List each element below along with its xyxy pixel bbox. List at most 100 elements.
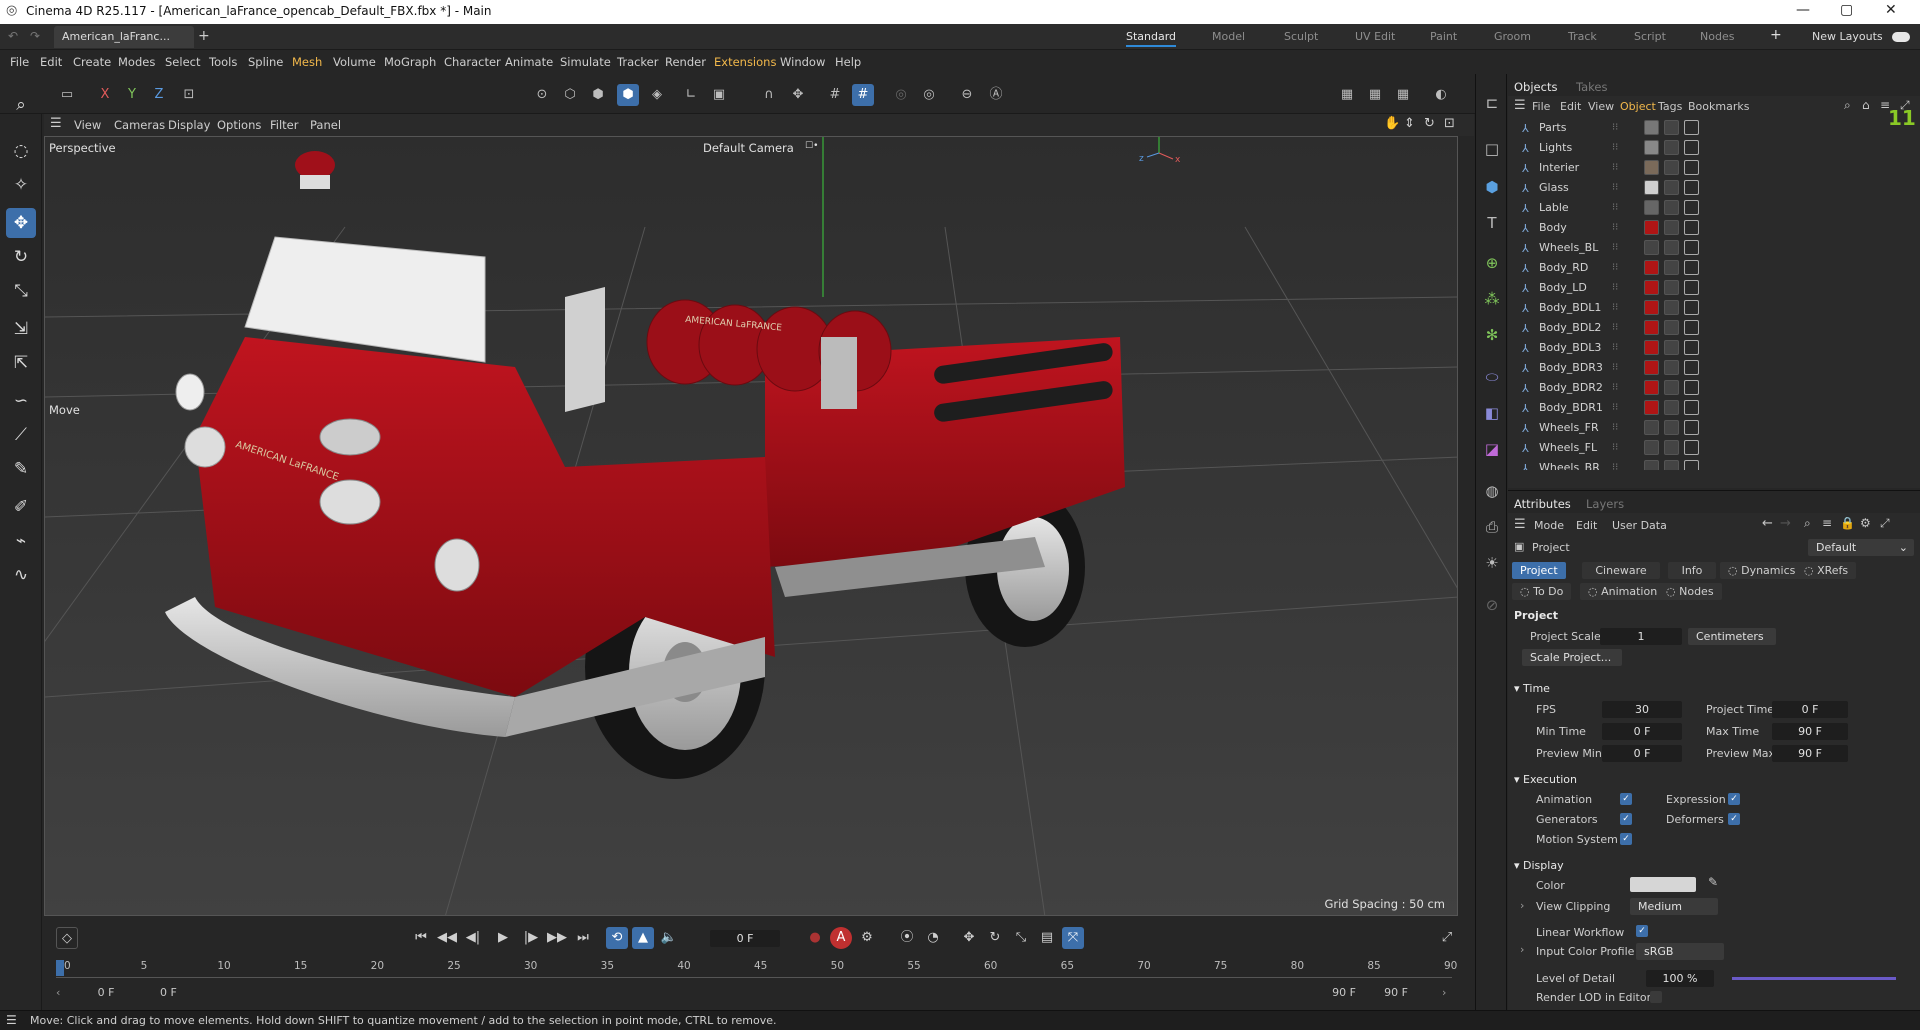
autokey-button[interactable]: A [830, 927, 852, 949]
redo-icon[interactable]: ↷ [30, 29, 40, 43]
key-position-icon[interactable]: ✥ [958, 927, 980, 949]
texture-tag-icon[interactable] [1664, 320, 1679, 335]
texture-tag-icon[interactable] [1664, 120, 1679, 135]
object-row[interactable]: ⅄ Body_LD ⁝⁝ [1508, 278, 1920, 298]
texture-tag-icon[interactable] [1664, 200, 1679, 215]
view-clipping-expand-icon[interactable]: › [1520, 899, 1524, 912]
play-button[interactable]: ▶ [492, 927, 514, 949]
playhead[interactable] [56, 960, 64, 976]
subtab-xrefs[interactable]: ◌ XRefs [1796, 562, 1857, 579]
menu-mesh[interactable]: Mesh [292, 55, 322, 69]
menu-modes[interactable]: Modes [118, 55, 155, 69]
texture-tag-icon[interactable] [1664, 360, 1679, 375]
maximize-button[interactable]: ▢ [1840, 2, 1853, 18]
viewport-render-icon[interactable]: ◐ [1430, 84, 1452, 106]
material-tag-icon[interactable] [1644, 180, 1659, 195]
texture-tag-icon[interactable] [1664, 180, 1679, 195]
tab-takes[interactable]: Takes [1576, 80, 1608, 94]
live-selection-icon[interactable]: ✧ [6, 170, 36, 200]
selection-tag-icon[interactable] [1684, 300, 1699, 315]
lasso-icon[interactable]: ∽ [6, 386, 36, 416]
menu-select[interactable]: Select [165, 55, 200, 69]
visibility-dots-icon[interactable]: ⁝⁝ [1612, 442, 1626, 454]
visibility-dots-icon[interactable]: ⁝⁝ [1612, 162, 1626, 174]
layout-tab-uv-edit[interactable]: UV Edit [1355, 30, 1395, 43]
linear-workflow-checkbox[interactable]: ✓ [1636, 925, 1648, 937]
visibility-dots-icon[interactable]: ⁝⁝ [1612, 142, 1626, 154]
selection-tag-icon[interactable] [1684, 320, 1699, 335]
key-scale-icon[interactable]: ⤡ [1010, 927, 1032, 949]
visibility-dots-icon[interactable]: ⁝⁝ [1612, 182, 1626, 194]
object-row[interactable]: ⅄ Body_RD ⁝⁝ [1508, 258, 1920, 278]
selection-tag-icon[interactable] [1684, 400, 1699, 415]
maximize-view-icon[interactable]: ⊡ [1444, 116, 1455, 131]
preset-dropdown[interactable]: Default ⌄ [1808, 539, 1914, 556]
texture-tag-icon[interactable] [1664, 220, 1679, 235]
camera-icon[interactable]: ⎙ [1479, 514, 1505, 540]
material-tag-icon[interactable] [1644, 280, 1659, 295]
z-axis-lock-button[interactable]: Z [148, 84, 170, 106]
visibility-dots-icon[interactable]: ⁝⁝ [1612, 362, 1626, 374]
object-row[interactable]: ⅄ Interier ⁝⁝ [1508, 158, 1920, 178]
texture-tag-icon[interactable] [1664, 260, 1679, 275]
x-axis-lock-button[interactable]: X [94, 84, 116, 106]
tab-attributes[interactable]: Attributes [1514, 497, 1571, 511]
playback-range-button[interactable]: ▲ [632, 927, 654, 949]
viewport-projection-label[interactable]: Perspective [49, 141, 116, 155]
menu-extensions[interactable]: Extensions [714, 55, 776, 69]
key-settings-icon[interactable]: ⚙ [856, 927, 878, 949]
subtab-info[interactable]: Info [1668, 562, 1716, 579]
previous-frame-button[interactable]: ◀| [462, 927, 484, 949]
render-settings-icon[interactable]: ▦ [1392, 84, 1414, 106]
render-lod-checkbox[interactable] [1650, 991, 1662, 1003]
object-row[interactable]: ⅄ Body_BDL3 ⁝⁝ [1508, 338, 1920, 358]
project-time-field[interactable]: 0 F [1772, 701, 1848, 718]
next-frame-button[interactable]: |▶ [520, 927, 542, 949]
light-icon[interactable]: ☀ [1479, 550, 1505, 576]
keyframe-selection-icon[interactable]: ⦿ [896, 927, 918, 949]
viewport-menu-panel[interactable]: Panel [310, 118, 341, 132]
status-menu-icon[interactable]: ☰ [6, 1013, 17, 1027]
viewport-camera-label[interactable]: Default Camera [703, 141, 794, 155]
timeline-expand-icon[interactable]: ⤢ [1436, 927, 1458, 949]
workplane-snap-icon[interactable]: # [852, 84, 874, 106]
subtab-todo[interactable]: ◌ To Do [1512, 583, 1572, 600]
visibility-dots-icon[interactable]: ⁝⁝ [1612, 382, 1626, 394]
timeline-motion-icon[interactable]: ◔ [922, 927, 944, 949]
selection-tag-icon[interactable] [1684, 240, 1699, 255]
render-to-picture-viewer-icon[interactable]: ▦ [1364, 84, 1386, 106]
object-row[interactable]: ⅄ Body_BDL2 ⁝⁝ [1508, 318, 1920, 338]
level-of-detail-slider[interactable] [1732, 977, 1896, 980]
layout-tab-sculpt[interactable]: Sculpt [1284, 30, 1318, 43]
undo-icon[interactable]: ↶ [8, 29, 18, 43]
object-row[interactable]: ⅄ Glass ⁝⁝ [1508, 178, 1920, 198]
selection-tag-icon[interactable] [1684, 440, 1699, 455]
menu-spline[interactable]: Spline [248, 55, 283, 69]
attribute-menu-mode[interactable]: Mode [1534, 519, 1564, 532]
range-end-field[interactable]: 90 F [1366, 986, 1426, 999]
object-row[interactable]: ⅄ Body_BDR3 ⁝⁝ [1508, 358, 1920, 378]
mograph-cloner-icon[interactable]: ⁂ [1479, 286, 1505, 312]
3d-viewport[interactable]: AMERICAN LaFRANCE AMERICAN LaFRANCE y x … [44, 136, 1458, 916]
loop-button[interactable]: ⟲ [606, 927, 628, 949]
texture-tag-icon[interactable] [1664, 380, 1679, 395]
viewport-menu-display[interactable]: Display [168, 118, 210, 132]
range-preview-end-field[interactable]: 90 F [1296, 986, 1356, 999]
close-button[interactable]: ✕ [1885, 2, 1897, 18]
text-spline-icon[interactable]: T [1479, 210, 1505, 236]
texture-tag-icon[interactable] [1664, 160, 1679, 175]
menu-create[interactable]: Create [73, 55, 111, 69]
attribute-menu-user-data[interactable]: User Data [1612, 519, 1667, 532]
menu-render[interactable]: Render [665, 55, 706, 69]
pan-view-icon[interactable]: ✋ [1384, 116, 1400, 131]
current-frame-field[interactable]: 0 F [710, 930, 780, 947]
coordinate-system-icon[interactable]: ⊡ [178, 84, 200, 106]
axis-mode-icon[interactable]: ∟ [680, 84, 702, 106]
viewport-hamburger-icon[interactable]: ☰ [50, 116, 62, 131]
layout-tab-track[interactable]: Track [1568, 30, 1597, 43]
section-time-heading[interactable]: ▾ Time [1514, 682, 1550, 695]
attribute-menu-hamburger-icon[interactable]: ☰ [1514, 517, 1526, 532]
object-row[interactable]: ⅄ Lable ⁝⁝ [1508, 198, 1920, 218]
object-row[interactable]: ⅄ Body_BDR2 ⁝⁝ [1508, 378, 1920, 398]
timeline-ruler[interactable]: 0 5 10 15 20 25 30 35 40 45 50 55 60 65 70 75 80 85 90 [56, 958, 1457, 978]
